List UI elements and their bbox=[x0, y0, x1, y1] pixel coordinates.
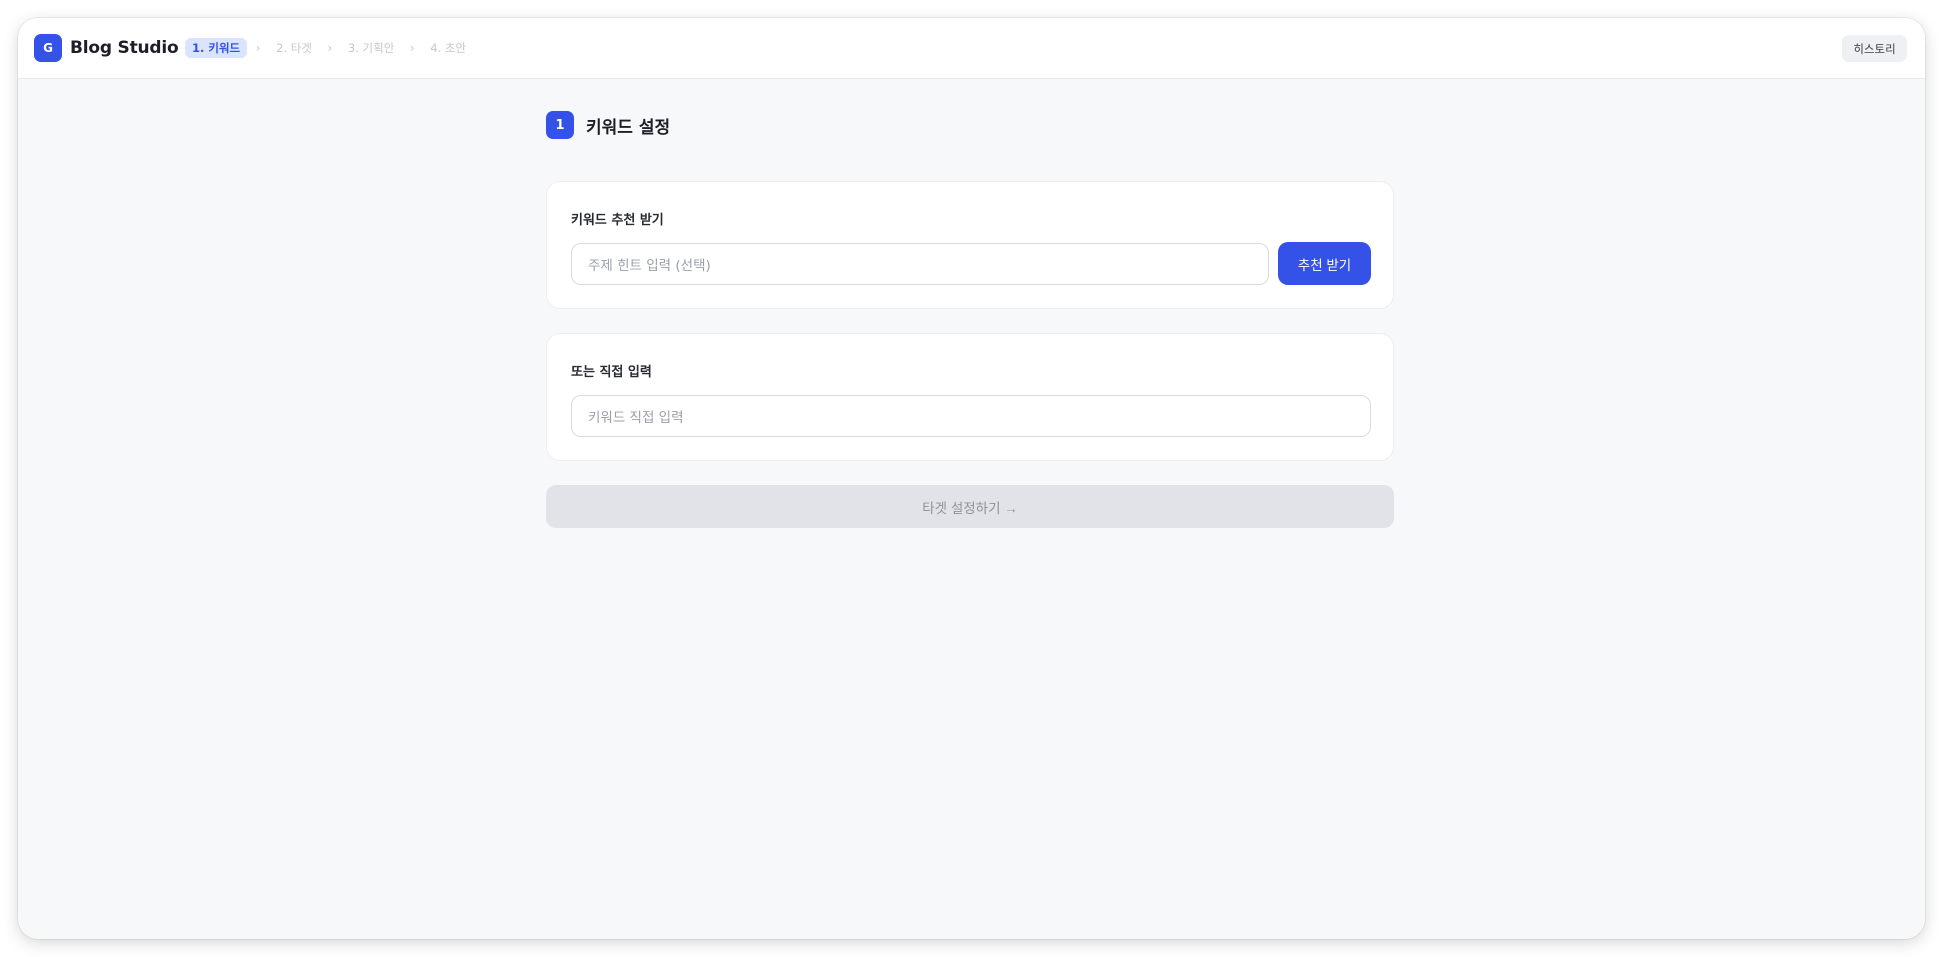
main-content: 1 키워드 설정 키워드 추천 받기 주제 힌트 입력 (선택) 추천 받기 또… bbox=[546, 111, 1394, 528]
chevron-right-icon: › bbox=[327, 41, 333, 55]
app-window: G Blog Studio 1. 키워드 › 2. 타겟 › 3. 기획안 › … bbox=[18, 18, 1925, 939]
step-target[interactable]: 2. 타겟 bbox=[269, 38, 319, 58]
step-keyword[interactable]: 1. 키워드 bbox=[185, 38, 248, 58]
section-heading: 1 키워드 설정 bbox=[546, 111, 1394, 139]
get-recommendation-button[interactable]: 추천 받기 bbox=[1278, 242, 1371, 285]
app-title: Blog Studio bbox=[70, 38, 179, 58]
keyword-input[interactable]: 키워드 직접 입력 bbox=[571, 395, 1371, 437]
manual-keyword-card: 또는 직접 입력 키워드 직접 입력 bbox=[546, 333, 1394, 461]
chevron-right-icon: › bbox=[409, 41, 415, 55]
recommend-card-label: 키워드 추천 받기 bbox=[571, 213, 664, 228]
chevron-right-icon: › bbox=[255, 41, 261, 55]
step-breadcrumb: 1. 키워드 › 2. 타겟 › 3. 기획안 › 4. 초안 bbox=[185, 37, 473, 59]
step-plan[interactable]: 3. 기획안 bbox=[341, 38, 401, 58]
step-number-badge: 1 bbox=[546, 111, 574, 139]
topic-hint-input[interactable]: 주제 힌트 입력 (선택) bbox=[571, 243, 1269, 285]
section-title: 키워드 설정 bbox=[586, 117, 671, 138]
logo-icon: G bbox=[34, 34, 62, 62]
keyword-recommend-card: 키워드 추천 받기 주제 힌트 입력 (선택) 추천 받기 bbox=[546, 181, 1394, 309]
history-button[interactable]: 히스토리 bbox=[1842, 35, 1907, 62]
step-draft[interactable]: 4. 초안 bbox=[423, 38, 473, 58]
next-step-button[interactable]: 타겟 설정하기 → bbox=[546, 485, 1394, 528]
manual-card-label: 또는 직접 입력 bbox=[571, 365, 652, 380]
top-bar: G Blog Studio 1. 키워드 › 2. 타겟 › 3. 기획안 › … bbox=[18, 18, 1925, 79]
